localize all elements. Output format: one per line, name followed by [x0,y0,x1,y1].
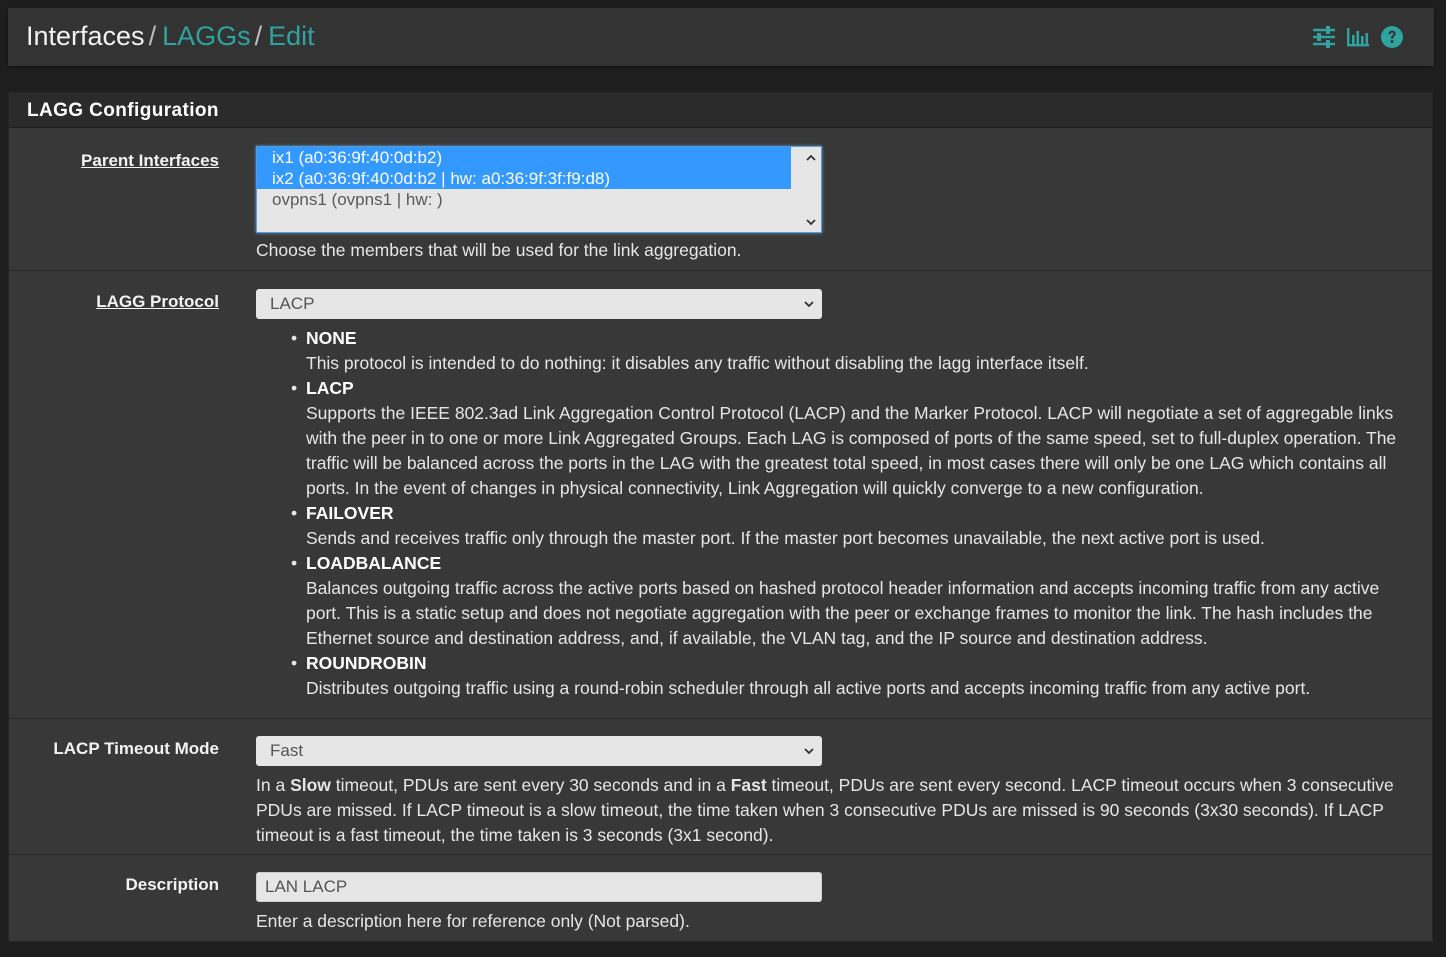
lagg-protocol-label: LAGG Protocol [96,292,219,311]
description-input[interactable]: LAN LACP [256,872,822,902]
protocol-name: LOADBALANCE [306,553,442,573]
listbox-option[interactable]: ix2 (a0:36:9f:40:0d:b2 | hw: a0:36:9f:3f… [257,168,791,189]
protocol-desc: This protocol is intended to do nothing:… [306,353,1089,373]
description-help: Enter a description here for reference o… [256,911,690,931]
breadcrumb-edit-link[interactable]: Edit [268,21,315,51]
bar-chart-icon[interactable] [1346,25,1370,49]
sliders-icon[interactable] [1312,25,1336,49]
protocol-desc: Balances outgoing traffic across the act… [306,578,1380,648]
parent-interfaces-listbox[interactable]: ix1 (a0:36:9f:40:0d:b2) ix2 (a0:36:9f:40… [256,146,822,233]
lagg-protocol-value: LACP [270,294,315,313]
lagg-protocol-row: LAGG Protocol LACP • NONE This protocol is… [9,271,1432,719]
protocol-description-list: • NONE This protocol is intended to do not… [279,326,1409,701]
protocol-desc: Sends and receives traffic only through … [306,528,1265,548]
breadcrumb-laggs-link[interactable]: LAGGs [162,21,251,51]
lacp-timeout-help: In a Slow timeout, PDUs are sent every 3… [256,773,1426,848]
listbox-scrollbar[interactable] [801,147,821,232]
header-icons [1312,25,1404,49]
listbox-option[interactable]: ovpns1 (ovpns1 | hw: ) [257,189,791,210]
lacp-timeout-label: LACP Timeout Mode [53,739,219,758]
scroll-up-icon[interactable] [806,153,816,163]
protocol-desc: Supports the IEEE 802.3ad Link Aggregati… [306,403,1397,498]
description-label: Description [125,875,219,894]
list-item: • NONE This protocol is intended to do not… [279,326,1409,376]
help-text: In a [256,775,291,795]
breadcrumb: Interfaces / LAGGs / Edit [26,21,315,52]
list-item: • LOADBALANCE Balances outgoing traffic ac… [279,551,1409,651]
protocol-desc: Distributes outgoing traffic using a rou… [306,678,1311,698]
chevron-down-icon [804,748,814,755]
help-emphasis: Slow [290,775,331,795]
list-item: • LACP Supports the IEEE 802.3ad Link Aggr… [279,376,1409,501]
help-emphasis: Fast [730,775,767,795]
protocol-name: ROUNDROBIN [306,653,427,673]
help-icon[interactable] [1380,25,1404,49]
page-header: Interfaces / LAGGs / Edit [8,8,1434,66]
lacp-timeout-select[interactable]: Fast [256,736,822,766]
listbox-option[interactable]: ix1 (a0:36:9f:40:0d:b2) [257,147,791,168]
panel-title: LAGG Configuration [9,93,1432,128]
protocol-name: NONE [306,328,357,348]
lagg-protocol-select[interactable]: LACP [256,289,822,319]
help-text: timeout, PDUs are sent every 30 seconds … [330,775,731,795]
scroll-down-icon[interactable] [806,217,816,227]
breadcrumb-separator: / [148,21,157,51]
breadcrumb-separator: / [254,21,263,51]
chevron-down-icon [804,301,814,308]
description-row: Description LAN LACP Enter a description… [9,855,1432,941]
lagg-configuration-panel: LAGG Configuration Parent Interfaces ix1… [8,92,1433,942]
parent-interfaces-label: Parent Interfaces [81,151,219,170]
description-value: LAN LACP [265,877,348,896]
parent-interfaces-help: Choose the members that will be used for… [256,240,742,260]
lacp-timeout-value: Fast [270,741,304,760]
parent-interfaces-row: Parent Interfaces ix1 (a0:36:9f:40:0d:b2… [9,128,1432,271]
protocol-name: LACP [306,378,354,398]
list-item: • ROUNDROBIN Distributes outgoing traffic … [279,651,1409,701]
breadcrumb-interfaces: Interfaces [26,21,145,51]
lacp-timeout-row: LACP Timeout Mode Fast In a Slow timeout… [9,719,1432,855]
protocol-name: FAILOVER [306,503,394,523]
list-item: • FAILOVER Sends and receives traffic only… [279,501,1409,551]
